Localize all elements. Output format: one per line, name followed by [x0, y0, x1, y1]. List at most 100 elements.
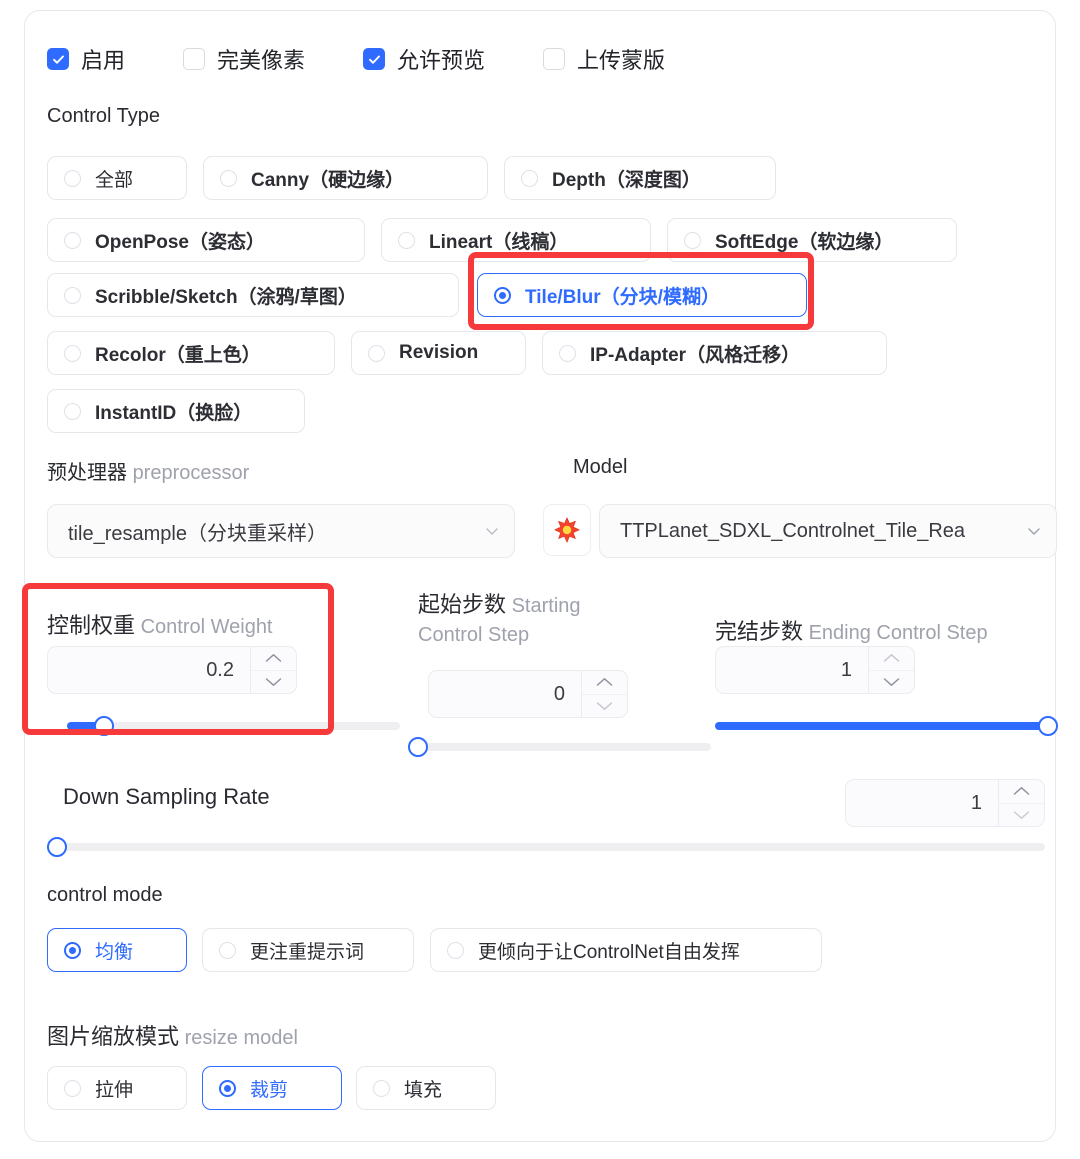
slider-track — [418, 743, 711, 751]
control-weight-value[interactable]: 0.2 — [48, 647, 250, 693]
control-type-option-all[interactable]: 全部 — [47, 156, 187, 200]
control-type-option-recolor[interactable]: Recolor（重上色） — [47, 331, 335, 375]
ending-step-stepper[interactable]: 1 — [715, 646, 915, 694]
slider-thumb[interactable] — [47, 837, 67, 857]
control-weight-arrows — [250, 647, 296, 693]
down-sampling-rate-stepper[interactable]: 1 — [845, 779, 1045, 827]
stepper-up-button[interactable] — [582, 671, 627, 694]
preprocessor-refresh-button[interactable] — [543, 504, 591, 556]
stepper-up-button[interactable] — [999, 780, 1044, 803]
control-type-option-tile-blur[interactable]: Tile/Blur（分块/模糊） — [477, 273, 807, 317]
control-weight-label-cn: 控制权重 — [47, 613, 136, 638]
starting-step-value[interactable]: 0 — [429, 671, 581, 717]
control-type-option-softedge[interactable]: SoftEdge（软边缘） — [667, 218, 957, 262]
resize-model-title-cn: 图片缩放模式 — [47, 1024, 180, 1049]
slider-thumb[interactable] — [93, 716, 114, 736]
resize-model-option-stretch[interactable]: 拉伸 — [47, 1066, 187, 1110]
stepper-down-button[interactable] — [582, 693, 627, 718]
control-type-option-label: Lineart（线稿） — [429, 231, 569, 253]
control-weight-label-en: Control Weight — [140, 616, 273, 638]
resize-model-option-label: 拉伸 — [95, 1079, 134, 1101]
checkbox-upload-mask-box[interactable] — [543, 48, 566, 70]
radio-icon — [368, 344, 385, 362]
control-weight-slider[interactable] — [67, 716, 400, 736]
control-weight-stepper[interactable]: 0.2 — [47, 646, 297, 694]
control-type-option-label: Canny（硬边缘） — [251, 169, 405, 191]
stepper-up-button[interactable] — [869, 647, 914, 670]
resize-model-option-crop[interactable]: 裁剪 — [202, 1066, 342, 1110]
control-mode-title: control mode — [47, 884, 163, 906]
control-type-option-label: OpenPose（姿态） — [95, 231, 265, 253]
starting-step-slider[interactable] — [408, 737, 711, 757]
control-type-option-label: InstantID（换脸） — [95, 402, 253, 424]
controlnet-panel-page: 启用 完美像素 允许预览 上传蒙版 Control Type 全部 Canny（… — [0, 0, 1080, 1159]
control-type-option-label: Recolor（重上色） — [95, 344, 261, 366]
control-type-option-label: 全部 — [95, 169, 134, 191]
starting-step-label: 起始步数 Starting Control Step — [418, 589, 628, 650]
checkbox-allow-preview-label: 允许预览 — [397, 48, 486, 73]
control-type-option-openpose[interactable]: OpenPose（姿态） — [47, 218, 365, 262]
control-mode-option-balanced[interactable]: 均衡 — [47, 928, 187, 972]
down-sampling-rate-value[interactable]: 1 — [846, 780, 998, 826]
slider-fill — [715, 722, 1048, 730]
control-mode-option-prompt-priority[interactable]: 更注重提示词 — [202, 928, 414, 972]
ending-step-label-cn: 完结步数 — [715, 619, 804, 644]
control-type-option-canny[interactable]: Canny（硬边缘） — [203, 156, 488, 200]
stepper-down-button[interactable] — [251, 669, 296, 694]
radio-icon — [64, 344, 81, 362]
radio-icon — [219, 941, 236, 959]
checkbox-perfect-pixel[interactable]: 完美像素 — [183, 43, 305, 75]
control-type-option-depth[interactable]: Depth（深度图） — [504, 156, 776, 200]
control-weight-label: 控制权重 Control Weight — [47, 608, 273, 640]
model-label: Model — [573, 456, 628, 478]
radio-icon — [64, 231, 81, 249]
resize-model-title-en: resize model — [184, 1027, 298, 1049]
chevron-up-icon — [265, 654, 282, 662]
options-checkbox-row: 启用 完美像素 允许预览 上传蒙版 — [47, 43, 665, 75]
stepper-up-button[interactable] — [251, 647, 296, 670]
control-mode-option-label: 均衡 — [95, 941, 134, 963]
preprocessor-label-cn: 预处理器 — [47, 462, 127, 484]
slider-thumb[interactable] — [1038, 716, 1058, 736]
control-type-option-scribble-sketch[interactable]: Scribble/Sketch（涂鸦/草图） — [47, 273, 459, 317]
checkbox-enable[interactable]: 启用 — [47, 43, 125, 75]
ending-step-value[interactable]: 1 — [716, 647, 868, 693]
starting-step-stepper[interactable]: 0 — [428, 670, 628, 718]
model-select[interactable]: TTPLanet_SDXL_Controlnet_Tile_Rea — [599, 504, 1057, 558]
checkbox-upload-mask[interactable]: 上传蒙版 — [543, 43, 665, 75]
preprocessor-select[interactable]: tile_resample（分块重采样） — [47, 504, 515, 558]
checkbox-perfect-pixel-box[interactable] — [183, 48, 206, 70]
down-sampling-rate-arrows — [998, 780, 1044, 826]
ending-step-slider[interactable] — [715, 716, 1058, 736]
chevron-up-icon — [596, 678, 613, 686]
preprocessor-label-en: preprocessor — [132, 462, 250, 484]
control-mode-option-controlnet-priority[interactable]: 更倾向于让ControlNet自由发挥 — [430, 928, 822, 972]
control-type-option-revision[interactable]: Revision — [351, 331, 526, 375]
model-value: TTPLanet_SDXL_Controlnet_Tile_Rea — [620, 519, 966, 542]
checkbox-allow-preview-box[interactable] — [363, 48, 386, 70]
radio-icon — [521, 169, 538, 187]
checkbox-enable-label: 启用 — [81, 48, 126, 73]
control-type-option-lineart[interactable]: Lineart（线稿） — [381, 218, 651, 262]
chevron-down-icon — [596, 702, 613, 710]
checkbox-enable-box[interactable] — [47, 48, 69, 70]
down-sampling-rate-slider[interactable] — [47, 837, 1045, 857]
slider-thumb[interactable] — [408, 737, 428, 757]
checkbox-allow-preview[interactable]: 允许预览 — [363, 43, 485, 75]
resize-model-option-fill[interactable]: 填充 — [356, 1066, 496, 1110]
control-type-option-label: Depth（深度图） — [552, 169, 701, 191]
ending-step-arrows — [868, 647, 914, 693]
radio-icon — [64, 286, 81, 304]
stepper-down-button[interactable] — [869, 669, 914, 694]
checkbox-upload-mask-label: 上传蒙版 — [577, 48, 666, 73]
control-type-option-ip-adapter[interactable]: IP-Adapter（风格迁移） — [542, 331, 887, 375]
control-type-option-instantid[interactable]: InstantID（换脸） — [47, 389, 305, 433]
control-type-option-label: Scribble/Sketch（涂鸦/草图） — [95, 286, 357, 308]
radio-icon — [219, 1079, 236, 1097]
control-type-option-label: Revision — [399, 342, 479, 363]
ending-step-label-en: Ending Control Step — [808, 622, 988, 644]
checkbox-perfect-pixel-label: 完美像素 — [217, 48, 306, 73]
radio-icon — [220, 169, 237, 187]
stepper-down-button[interactable] — [999, 802, 1044, 827]
check-icon — [52, 55, 64, 64]
